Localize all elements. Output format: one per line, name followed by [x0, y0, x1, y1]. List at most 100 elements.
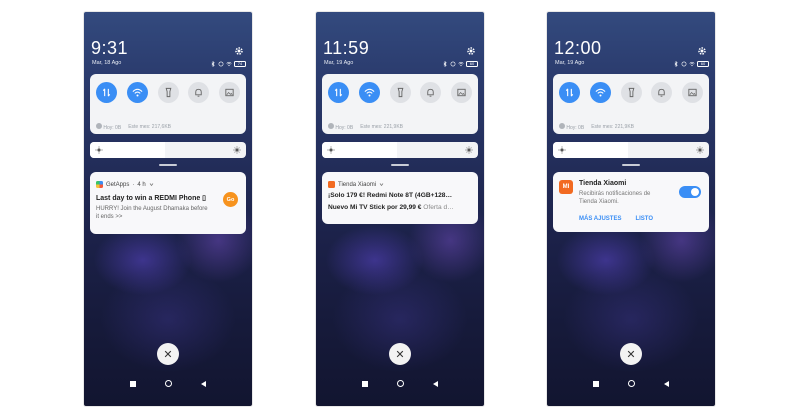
- close-notifications-button[interactable]: ✕: [620, 343, 642, 365]
- clock: 9:31: [91, 38, 129, 58]
- tile-data-transfer[interactable]: [96, 82, 117, 103]
- battery-level: 60: [469, 60, 475, 66]
- go-button[interactable]: Go: [223, 192, 238, 207]
- wifi-status-icon: [689, 61, 695, 66]
- status-icons: 60: [673, 60, 709, 67]
- back-icon[interactable]: [433, 380, 438, 387]
- usage-today: Hoy: 0B: [566, 125, 585, 131]
- tile-screenshot[interactable]: [219, 82, 240, 103]
- notification-line-2-text: Nuevo Mi TV Stick por 29,99 €: [328, 204, 422, 211]
- usage-month: Este mes: 217,6KB: [128, 124, 171, 130]
- battery-icon: 60: [697, 60, 709, 67]
- screenshot-icon: [457, 88, 466, 97]
- battery-icon: 74: [234, 60, 246, 67]
- data-usage: Hoy: 0B Este mes: 221,9KB: [559, 123, 634, 131]
- clock: 12:00: [554, 38, 602, 58]
- tile-data-transfer[interactable]: [328, 82, 349, 103]
- navigation-bar: [130, 380, 206, 387]
- tienda-xiaomi-icon: [328, 181, 335, 188]
- tile-bell[interactable]: [651, 82, 673, 103]
- quick-settings-panel: Hoy: 0B Este mes: 217,6KB: [90, 74, 246, 134]
- brightness-high-icon: [233, 146, 241, 154]
- home-icon[interactable]: [397, 380, 404, 387]
- date: Mar, 19 Ago: [555, 60, 585, 66]
- tile-screenshot[interactable]: [451, 82, 472, 103]
- data-transfer-icon: [102, 88, 111, 97]
- notification-card[interactable]: GetApps · 4 h Last day to win a REDMI Ph…: [90, 172, 246, 234]
- tile-flashlight[interactable]: [389, 82, 411, 103]
- wifi-icon: [364, 88, 375, 97]
- notification-description: Recibirás notificaciones de Tienda Xiaom…: [579, 191, 651, 205]
- tile-wifi[interactable]: [126, 82, 148, 103]
- tile-flashlight[interactable]: [620, 82, 642, 103]
- close-icon: ✕: [395, 348, 405, 361]
- tile-screenshot[interactable]: [682, 82, 703, 103]
- drag-handle[interactable]: [391, 164, 409, 166]
- gear-icon[interactable]: [234, 46, 244, 56]
- data-usage: Hoy: 0B Este mes: 221,9KB: [328, 123, 403, 131]
- notification-line-2: Nuevo Mi TV Stick por 29,99 € Oferta d…: [328, 204, 454, 211]
- tile-bell[interactable]: [420, 82, 442, 103]
- close-notifications-button[interactable]: ✕: [389, 343, 411, 365]
- tile-wifi[interactable]: [589, 82, 611, 103]
- tile-bell[interactable]: [188, 82, 210, 103]
- bell-icon: [195, 88, 202, 97]
- notifications-toggle[interactable]: [679, 186, 701, 198]
- bluetooth-icon: [443, 60, 447, 67]
- screenshot-icon: [225, 88, 234, 97]
- home-icon[interactable]: [628, 380, 635, 387]
- close-notifications-button[interactable]: ✕: [157, 343, 179, 365]
- brightness-slider[interactable]: [553, 142, 709, 158]
- data-usage-icon: [559, 123, 565, 129]
- notification-settings-card: MI Tienda Xiaomi Recibirás notificacione…: [553, 172, 709, 232]
- back-icon[interactable]: [201, 380, 206, 387]
- battery-icon: 60: [466, 60, 478, 67]
- bluetooth-icon: [211, 60, 215, 67]
- phone-screen-3: 12:00 Mar, 19 Ago 60 Hoy: 0B Este mes: 2…: [547, 12, 715, 406]
- brightness-low-icon: [95, 146, 103, 154]
- tile-data-transfer[interactable]: [559, 82, 580, 103]
- status-icons: 74: [210, 60, 246, 67]
- status-icons: 60: [442, 60, 478, 67]
- recents-icon[interactable]: [593, 380, 599, 387]
- gear-icon[interactable]: [697, 46, 707, 56]
- drag-handle[interactable]: [622, 164, 640, 166]
- chevron-down-icon[interactable]: [379, 182, 384, 187]
- navigation-bar: [362, 380, 438, 387]
- tile-flashlight[interactable]: [157, 82, 179, 103]
- data-usage-icon: [328, 123, 334, 129]
- quick-settings-panel: Hoy: 0B Este mes: 221,9KB: [553, 74, 709, 134]
- tile-wifi[interactable]: [358, 82, 380, 103]
- recents-icon[interactable]: [362, 380, 368, 387]
- bell-icon: [427, 88, 434, 97]
- alarm-icon: [450, 61, 456, 66]
- notification-age: 4 h: [137, 181, 146, 188]
- flashlight-icon: [165, 87, 171, 98]
- phone-screen-1: 9:31 Mar, 18 Ago 74 Hoy: 0B Este mes: 21…: [84, 12, 252, 406]
- gear-icon[interactable]: [466, 46, 476, 56]
- close-icon: ✕: [626, 348, 636, 361]
- drag-handle[interactable]: [159, 164, 177, 166]
- back-icon[interactable]: [664, 380, 669, 387]
- recents-icon[interactable]: [130, 380, 136, 387]
- data-transfer-icon: [334, 88, 343, 97]
- brightness-high-icon: [465, 146, 473, 154]
- navigation-bar: [593, 380, 669, 387]
- bluetooth-icon: [674, 60, 678, 67]
- done-button[interactable]: LISTO: [635, 216, 653, 222]
- notification-line-2-muted: Oferta d…: [423, 204, 454, 211]
- home-icon[interactable]: [165, 380, 172, 387]
- battery-level: 74: [237, 60, 243, 66]
- chevron-down-icon[interactable]: [149, 182, 154, 187]
- brightness-low-icon: [327, 146, 335, 154]
- more-settings-button[interactable]: MÁS AJUSTES: [579, 216, 621, 222]
- notification-card[interactable]: Tienda Xiaomi ¡Solo 179 €! Redmi Note 8T…: [322, 172, 478, 224]
- wifi-status-icon: [458, 61, 464, 66]
- tienda-xiaomi-icon: MI: [559, 180, 573, 194]
- brightness-slider[interactable]: [322, 142, 478, 158]
- clock: 11:59: [323, 38, 370, 58]
- brightness-slider[interactable]: [90, 142, 246, 158]
- wifi-status-icon: [226, 61, 232, 66]
- bell-icon: [658, 88, 665, 97]
- notification-app: Tienda Xiaomi: [338, 181, 377, 188]
